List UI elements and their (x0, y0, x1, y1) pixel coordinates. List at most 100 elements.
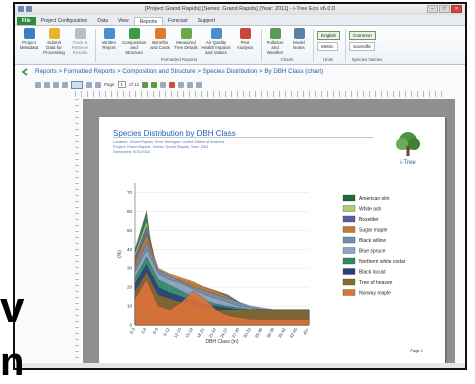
legend-swatch (342, 257, 356, 265)
tab-project-configuration[interactable]: Project Configuration (36, 17, 93, 25)
benefits-costs-button[interactable]: Benefits and Costs (148, 28, 172, 50)
undo-icon[interactable] (26, 6, 32, 12)
x-tick-label: 9-12 (162, 326, 171, 336)
composition-structure-button[interactable]: Composition and Structure (122, 28, 146, 55)
layout-icon[interactable] (178, 81, 185, 88)
x-tick-label: 24-27 (219, 326, 229, 338)
report-toolbar: Page 1 of 12 (35, 80, 435, 89)
x-tick-label: 0-3 (129, 326, 137, 334)
zoom-in-icon[interactable] (86, 81, 92, 88)
common-names-button[interactable]: Common (349, 31, 376, 40)
area-chart: 0102030405060700-3 3-6 6-9 9-12 12-15 15-18 18… (117, 183, 406, 345)
ribbon: Project Metadata Submit Data for Process… (15, 26, 465, 65)
tab-view[interactable]: View (113, 17, 134, 25)
legend-swatch (342, 226, 356, 233)
tab-support[interactable]: Support (193, 17, 221, 25)
x-tick-label: 42-45 (289, 326, 299, 338)
composition-icon (128, 28, 140, 39)
y-tick-label: 50 (127, 228, 133, 233)
tab-data[interactable]: Data (92, 17, 113, 25)
legend-label: Black willow (359, 238, 386, 244)
submit-icon (48, 28, 60, 39)
print-preview-icon[interactable] (53, 81, 59, 88)
save-report-icon[interactable] (35, 81, 41, 88)
measured-tree-details-button[interactable]: Measured Tree Details (174, 28, 198, 50)
last-page-icon[interactable] (151, 81, 158, 88)
tab-forecast[interactable]: Forecast (163, 17, 192, 25)
metric-units-button[interactable]: Metric (317, 42, 338, 51)
x-tick-label: 39-42 (277, 326, 287, 338)
y-tick-label: 70 (127, 190, 133, 195)
project-metadata-button[interactable]: Project Metadata (17, 28, 41, 50)
x-tick-label: 21-24 (207, 326, 217, 338)
legend-swatch (342, 236, 356, 244)
breadcrumb: Reports > Formatted Reports > Compositio… (15, 66, 465, 78)
group-label-formatted-reports: Formatted Reports (160, 57, 198, 62)
thumbnails-icon[interactable] (187, 81, 194, 88)
track-retrieve-button[interactable]: Track & Retrieve Results (68, 28, 92, 55)
find-icon[interactable] (196, 81, 203, 88)
save-icon[interactable] (18, 6, 24, 12)
page-number: Page 1 (410, 348, 423, 353)
report-icon (103, 28, 115, 39)
app-window: [Project Grand Rapids] [Series: Grand Ra… (13, 2, 467, 370)
x-tick-label: 12-15 (173, 326, 183, 338)
legend-label: Northern white cedar (359, 259, 406, 265)
y-axis-label: (%) (117, 250, 123, 258)
pollution-weather-button[interactable]: Pollution and Weather (263, 28, 287, 55)
print-icon[interactable] (44, 81, 50, 88)
title-divider (113, 137, 373, 138)
report-project: Project: Grand Rapids, Series: Grand Rap… (113, 145, 209, 149)
weather-icon (269, 28, 281, 39)
group-label-charts: Charts (280, 57, 294, 62)
screen-photo: [Project Grand Rapids] [Series: Grand Ra… (0, 0, 475, 382)
benefits-icon (154, 28, 166, 39)
back-arrow-icon[interactable] (21, 68, 29, 76)
status-bar (15, 363, 465, 368)
legend-swatch (342, 247, 356, 254)
ribbon-separator (95, 29, 96, 62)
air-quality-icon (210, 28, 222, 39)
y-tick-label: 10 (127, 304, 133, 309)
report-viewport[interactable]: Species Distribution by DBH Class Locati… (83, 99, 455, 365)
maximize-button[interactable]: □ (439, 5, 450, 13)
page-of-label: of 12 (129, 82, 140, 87)
report-location: Location: Grand Rapids, Kent, Michigan, … (113, 140, 225, 144)
written-report-button[interactable]: Written Report (97, 28, 121, 50)
svg-text:i-Tree: i-Tree (400, 160, 416, 166)
quick-access-toolbar[interactable] (18, 6, 32, 12)
title-bar: [Project Grand Rapids] [Series: Grand Ra… (15, 4, 465, 15)
zoom-out-icon[interactable] (62, 81, 68, 88)
legend-swatch (342, 194, 356, 202)
legend-label: American elm (359, 196, 390, 202)
x-tick-label: 33-36 (254, 326, 264, 338)
pest-analysis-button[interactable]: Pest Analysis (233, 28, 257, 50)
close-button[interactable]: × (451, 5, 462, 13)
zoom-field[interactable] (71, 80, 83, 89)
group-label-units: Units (322, 57, 333, 62)
x-tick-label: 36-39 (265, 326, 275, 338)
first-page-icon[interactable] (95, 81, 101, 88)
legend-swatch (342, 268, 356, 275)
air-quality-button[interactable]: Air Quality Health Impacts and Values (201, 28, 231, 55)
legend-label: Boxelder (359, 217, 379, 223)
page-input[interactable]: 1 (117, 81, 127, 88)
scientific-names-button[interactable]: Scientific (349, 42, 376, 51)
legend-swatch (342, 205, 356, 212)
model-notes-button[interactable]: Model Notes (287, 28, 311, 50)
breadcrumb-text[interactable]: Reports > Formatted Reports > Compositio… (35, 68, 323, 75)
x-tick-label: 6-9 (152, 326, 160, 334)
x-tick-label: 18-21 (196, 326, 206, 338)
x-tick-label: 3-6 (140, 326, 148, 334)
english-units-button[interactable]: English (317, 31, 341, 40)
window-controls: – □ × (427, 5, 462, 13)
tab-reports[interactable]: Reports (133, 17, 164, 25)
next-page-icon[interactable] (142, 81, 149, 88)
minimize-button[interactable]: – (427, 5, 438, 13)
export-icon[interactable] (160, 81, 167, 88)
submit-data-button[interactable]: Submit Data for Processing (42, 28, 66, 55)
x-tick-label: 15-18 (184, 326, 194, 338)
x-tick-label: 30-33 (242, 326, 252, 338)
export-pdf-icon[interactable] (169, 81, 176, 88)
tab-file[interactable]: File (17, 17, 36, 25)
